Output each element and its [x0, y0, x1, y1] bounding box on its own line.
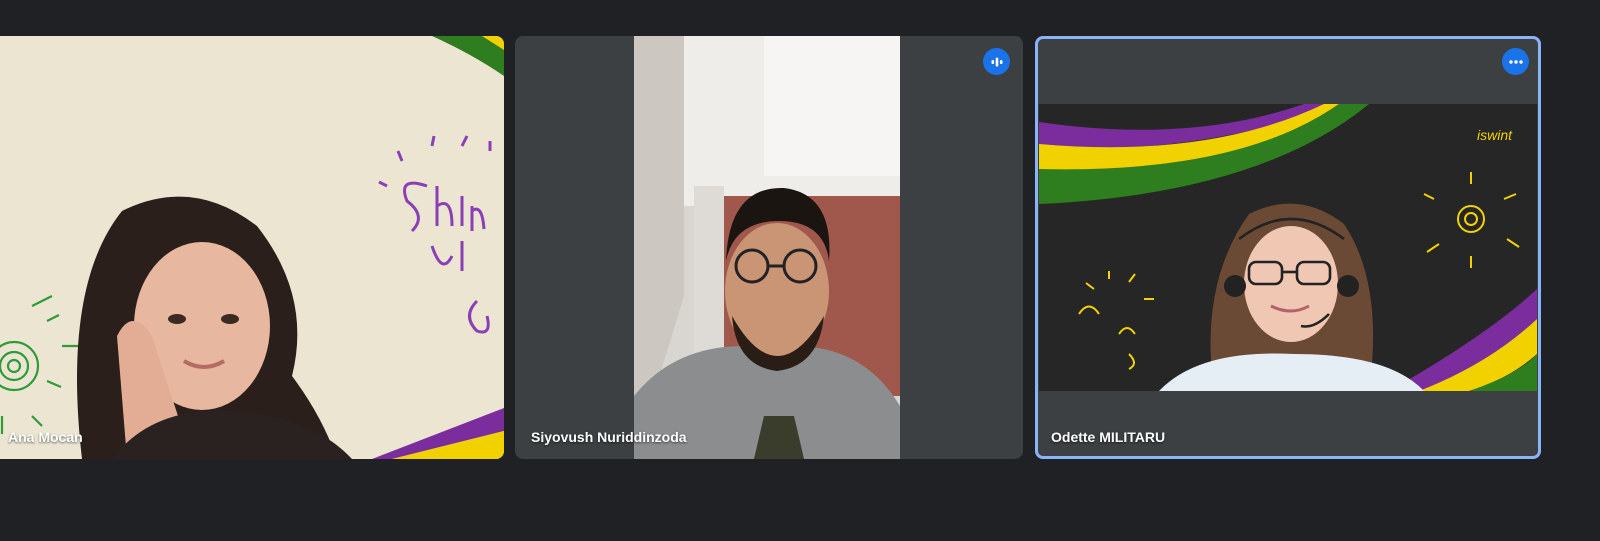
- participant-name: Siyovush Nuriddinzoda: [531, 429, 687, 445]
- virtual-background: [0, 36, 504, 459]
- camera-feed: [634, 36, 900, 459]
- audio-level-icon: [983, 48, 1010, 75]
- participant-name: Ana Mocan: [8, 429, 83, 445]
- participant-video: [634, 36, 900, 459]
- meeting-grid: Ana Mocan Siyovush Nuriddinzoda iswint O…: [0, 0, 1600, 541]
- participant-video: iswint: [1039, 104, 1537, 391]
- more-options-icon[interactable]: [1502, 48, 1529, 75]
- brand-logo: iswint: [1477, 127, 1513, 143]
- participant-name: Odette MILITARU: [1051, 429, 1166, 445]
- virtual-background: iswint: [1039, 104, 1537, 391]
- participant-tile-ana[interactable]: Ana Mocan: [0, 36, 504, 459]
- sun-doodle-icon: [0, 295, 80, 434]
- participant-video: [0, 36, 504, 459]
- participant-tile-siyovush[interactable]: Siyovush Nuriddinzoda: [515, 36, 1023, 459]
- participant-tile-odette[interactable]: iswint Odette MILITARU: [1035, 36, 1541, 459]
